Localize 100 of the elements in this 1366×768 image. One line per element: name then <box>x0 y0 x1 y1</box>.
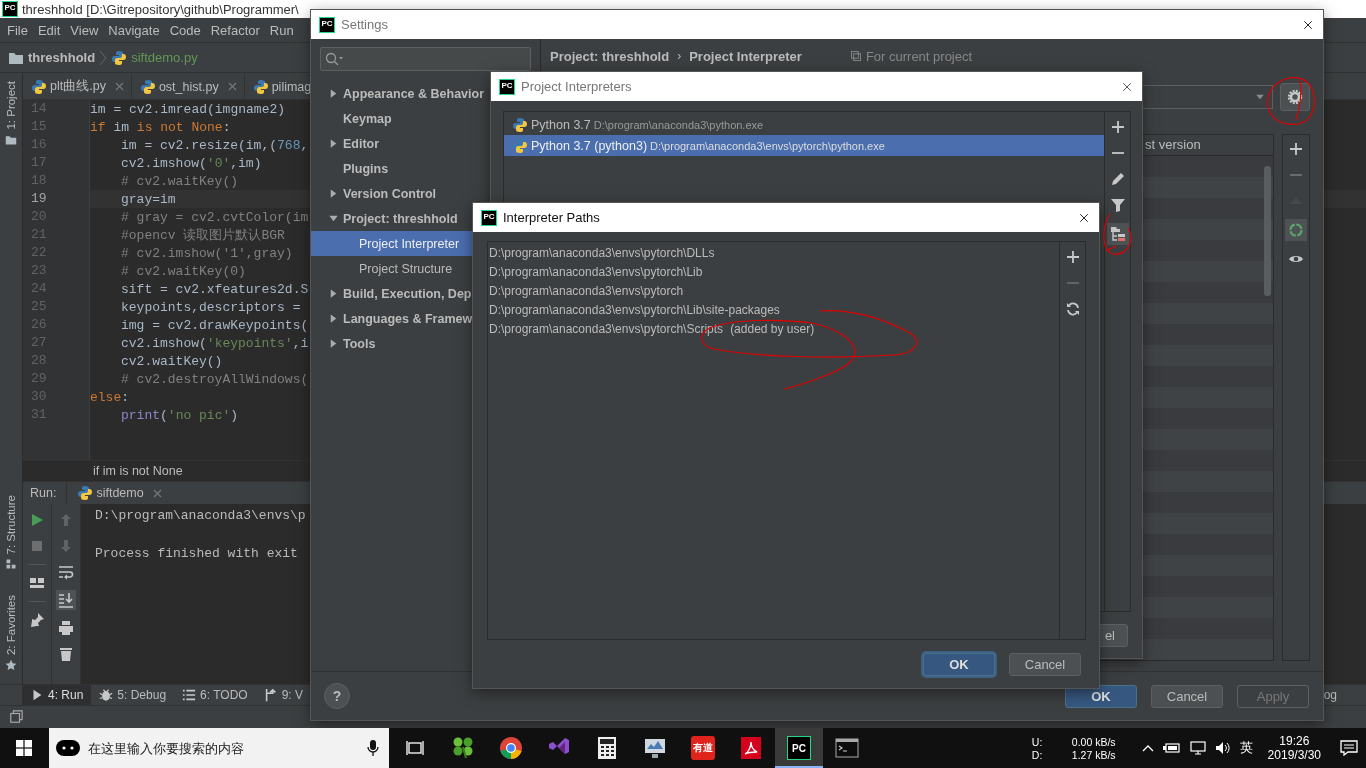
task-view-icon[interactable] <box>406 740 424 756</box>
window-title: threshhold [D:\Gitrepository\github\Programmer\ <box>22 1 299 17</box>
editor-tab[interactable]: ost_hist.py <box>131 74 245 99</box>
run-icon[interactable] <box>29 512 45 528</box>
speed-label: U: <box>1031 735 1042 748</box>
clover-icon[interactable] <box>451 736 475 760</box>
pin-icon[interactable] <box>29 612 45 628</box>
close-icon[interactable] <box>1121 81 1133 93</box>
tool-window-button[interactable]: 7: Structure <box>2 495 20 571</box>
pencil-icon[interactable] <box>1109 171 1126 187</box>
branch-icon <box>263 688 278 702</box>
list-item[interactable]: D:\program\anaconda3\envs\pytorch <box>489 283 684 298</box>
dialog-button[interactable]: OK <box>923 652 995 676</box>
browser-icon[interactable] <box>499 736 523 760</box>
tool-window-button[interactable]: 6: TODO <box>174 685 256 705</box>
editor-tab[interactable]: plt曲线.py <box>23 74 132 99</box>
clock-time[interactable]: 19:26 <box>1279 734 1310 748</box>
code-line: else: <box>90 390 130 405</box>
close-icon[interactable] <box>1078 212 1090 224</box>
dialog-button[interactable]: Cancel <box>1151 684 1223 708</box>
speed-value: 0.00 kB/s <box>1071 735 1116 748</box>
terminal-icon[interactable] <box>835 736 859 760</box>
network-icon[interactable] <box>1189 741 1206 755</box>
scroll-to-end-icon[interactable] <box>56 590 76 610</box>
python-file-icon <box>139 78 156 95</box>
filter-icon[interactable] <box>1109 197 1126 213</box>
menu-item[interactable]: Navigate <box>103 22 165 38</box>
search-field[interactable]: 在这里输入你要搜索的内容 <box>80 739 367 757</box>
python-icon <box>512 137 528 154</box>
battery-icon[interactable] <box>1162 742 1181 754</box>
help-button[interactable]: ? <box>324 683 350 709</box>
list-item[interactable]: Python 3.7 (python3) D:\program\anaconda3\envs\pytorch\python.exe <box>504 135 1104 156</box>
add-icon[interactable] <box>1064 249 1081 265</box>
notification-icon[interactable] <box>1340 740 1358 756</box>
breadcrumb-item[interactable]: siftdemo.py <box>131 50 198 65</box>
menu-item[interactable]: File <box>2 22 33 38</box>
breadcrumb-item[interactable]: threshhold <box>28 50 96 65</box>
panel-title: Run: <box>29 486 58 500</box>
console-line: D:\program\anaconda3\envs\p <box>95 507 306 525</box>
windows-start-icon[interactable] <box>16 740 32 756</box>
column-header[interactable]: st version <box>1145 135 1261 155</box>
settings-button[interactable] <box>1280 83 1310 111</box>
code-line: cv2.imshow('keypoints',i <box>121 336 309 351</box>
code-line: # cv2.imshow('1',gray) <box>121 246 293 261</box>
code-line: #opencv 读取图片默认BGR <box>121 228 285 243</box>
wrap-icon[interactable] <box>58 564 74 580</box>
tool-window-button[interactable]: 5: Debug <box>91 685 175 705</box>
code-line: im = cv2.imread(imgname2) <box>90 102 286 117</box>
refresh-icon[interactable] <box>1064 301 1081 317</box>
list-item[interactable]: Python 3.7 D:\program\anaconda3\python.exe <box>504 114 1104 135</box>
line-number: 19 <box>30 190 48 208</box>
menu-item[interactable]: Run <box>264 22 299 38</box>
monitor-icon[interactable] <box>643 736 667 760</box>
add-icon[interactable] <box>1109 119 1126 135</box>
settings-icon <box>1287 89 1303 105</box>
calculator-icon[interactable] <box>595 736 619 760</box>
dialog-button[interactable]: Cancel <box>1009 652 1081 676</box>
menu-item[interactable]: Code <box>164 22 206 38</box>
close-icon[interactable] <box>1302 19 1314 31</box>
menu-item[interactable]: Refactor <box>205 22 265 38</box>
search-icon <box>325 52 343 66</box>
python-file-icon <box>111 49 128 66</box>
tool-window-button[interactable]: 4: Run <box>22 685 92 705</box>
restore-icon[interactable] <box>9 710 23 724</box>
clock-date[interactable]: 2019/3/30 <box>1267 748 1321 762</box>
volume-icon[interactable] <box>1214 741 1231 755</box>
list-item[interactable]: D:\program\anaconda3\envs\pytorch\Lib\site-packages <box>489 302 780 317</box>
tool-window-button[interactable]: og <box>1323 688 1366 702</box>
breadcrumb-separator: › <box>677 49 682 63</box>
list-item[interactable]: D:\program\anaconda3\envs\pytorch\Lib <box>489 264 703 279</box>
search-box[interactable]: 在这里输入你要搜索的内容 <box>49 728 389 768</box>
app-logo: PC <box>499 78 515 95</box>
add-icon[interactable] <box>1288 141 1304 157</box>
refresh-icon[interactable] <box>1285 219 1307 241</box>
code-line: if im is not None: <box>90 120 231 135</box>
trash-icon[interactable] <box>58 646 74 662</box>
tree-icon[interactable] <box>1106 223 1129 245</box>
python-file-icon <box>252 78 269 95</box>
microphone-icon[interactable] <box>367 740 379 756</box>
breadcrumb-item: Project Interpreter <box>689 48 802 64</box>
search-field[interactable] <box>320 47 531 71</box>
scrollbar[interactable] <box>1264 166 1271 296</box>
assistant-icon <box>56 740 80 756</box>
app-logo[interactable]: PC <box>787 736 811 760</box>
menu-item[interactable]: Edit <box>32 22 66 38</box>
print-icon[interactable] <box>58 620 74 636</box>
code-line: # gray = cv2.cvtColor(im <box>121 210 309 225</box>
input-method-indicator[interactable]: 英 <box>1239 739 1253 757</box>
python-icon <box>512 116 528 133</box>
python-file-icon <box>77 485 94 501</box>
layout-icon[interactable] <box>29 575 45 591</box>
path-note: (added by user) <box>730 321 815 336</box>
document-icon[interactable] <box>739 736 763 760</box>
breadcrumb-item[interactable]: if im is not None <box>93 464 183 478</box>
tool-window-button[interactable]: 9: V <box>255 685 311 705</box>
tool-window-button[interactable]: 1: Project <box>2 81 20 146</box>
tool-window-button[interactable]: 2: Favorites <box>2 595 20 672</box>
app-logo[interactable]: 有道 <box>691 736 715 760</box>
code-line: keypoints,descriptors = <box>121 300 301 315</box>
menu-item[interactable]: View <box>65 22 104 38</box>
